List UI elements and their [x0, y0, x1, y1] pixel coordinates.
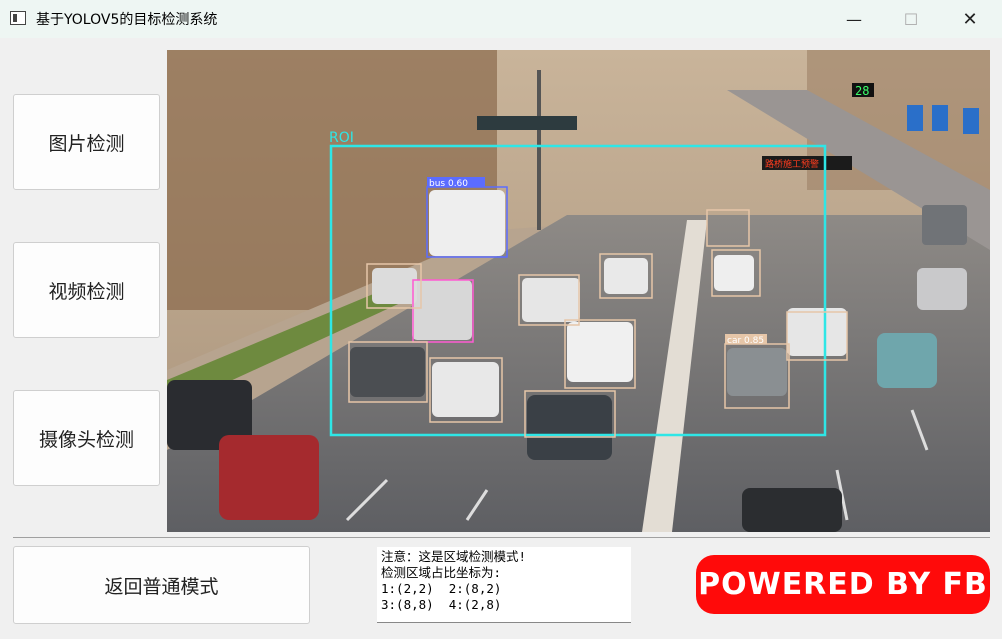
maximize-button[interactable]: ☐ [888, 0, 934, 38]
roi-notice-panel: 注意：这是区域检测模式! 检测区域占比坐标为: 1:(2,2) 2:(8,2) … [377, 547, 631, 623]
led-sign-text: 路桥施工预警 [765, 158, 819, 170]
app-icon [10, 11, 26, 25]
pole [537, 70, 541, 230]
vehicle [372, 268, 417, 304]
window-title: 基于YOLOV5的目标检测系统 [36, 12, 218, 28]
road-sign-blue [932, 105, 948, 131]
vehicle [742, 488, 842, 532]
camera-detect-button[interactable]: 摄像头检测 [13, 390, 160, 486]
detection-label-car: car 0.85 [727, 336, 764, 346]
vehicle [604, 258, 648, 294]
return-normal-mode-button[interactable]: 返回普通模式 [13, 546, 310, 624]
vehicle [877, 333, 937, 388]
vehicle [527, 395, 612, 460]
notice-line: 3:(8,8) 4:(2,8) [381, 597, 502, 612]
minimize-button[interactable]: — [831, 0, 877, 38]
notice-line: 注意：这是区域检测模式! [381, 549, 527, 564]
detection-video-view: 路桥施工预警 28 ROI bus 0.60 car 0.85 [167, 50, 990, 532]
truck [922, 205, 967, 245]
vehicle [350, 347, 425, 397]
traffic-counter: 28 [855, 84, 869, 98]
traffic-scene: 路桥施工预警 28 ROI bus 0.60 car 0.85 [167, 50, 990, 532]
powered-by-badge: POWERED BY FB [696, 555, 990, 614]
roi-label: ROI [329, 130, 354, 146]
close-button[interactable]: ✕ [947, 0, 993, 38]
vehicle [522, 278, 580, 322]
vehicle [432, 362, 499, 417]
image-detect-button[interactable]: 图片检测 [13, 94, 160, 190]
vehicle [727, 348, 787, 396]
vehicle [219, 435, 319, 520]
road-sign-blue [963, 108, 979, 134]
vehicle [567, 322, 633, 382]
vehicle [787, 308, 847, 356]
title-bar: 基于YOLOV5的目标检测系统 — ☐ ✕ [0, 0, 1002, 38]
notice-line: 1:(2,2) 2:(8,2) [381, 581, 502, 596]
road-sign-blue [907, 105, 923, 131]
notice-line: 检测区域占比坐标为: [381, 565, 502, 580]
powered-by-text: POWERED BY FB [698, 567, 988, 602]
detection-label-bus: bus 0.60 [429, 179, 468, 189]
divider [13, 537, 990, 538]
vehicle [714, 255, 754, 291]
traffic-sign-board [477, 116, 577, 130]
video-detect-button[interactable]: 视频检测 [13, 242, 160, 338]
vehicle [917, 268, 967, 310]
bus [429, 190, 505, 256]
